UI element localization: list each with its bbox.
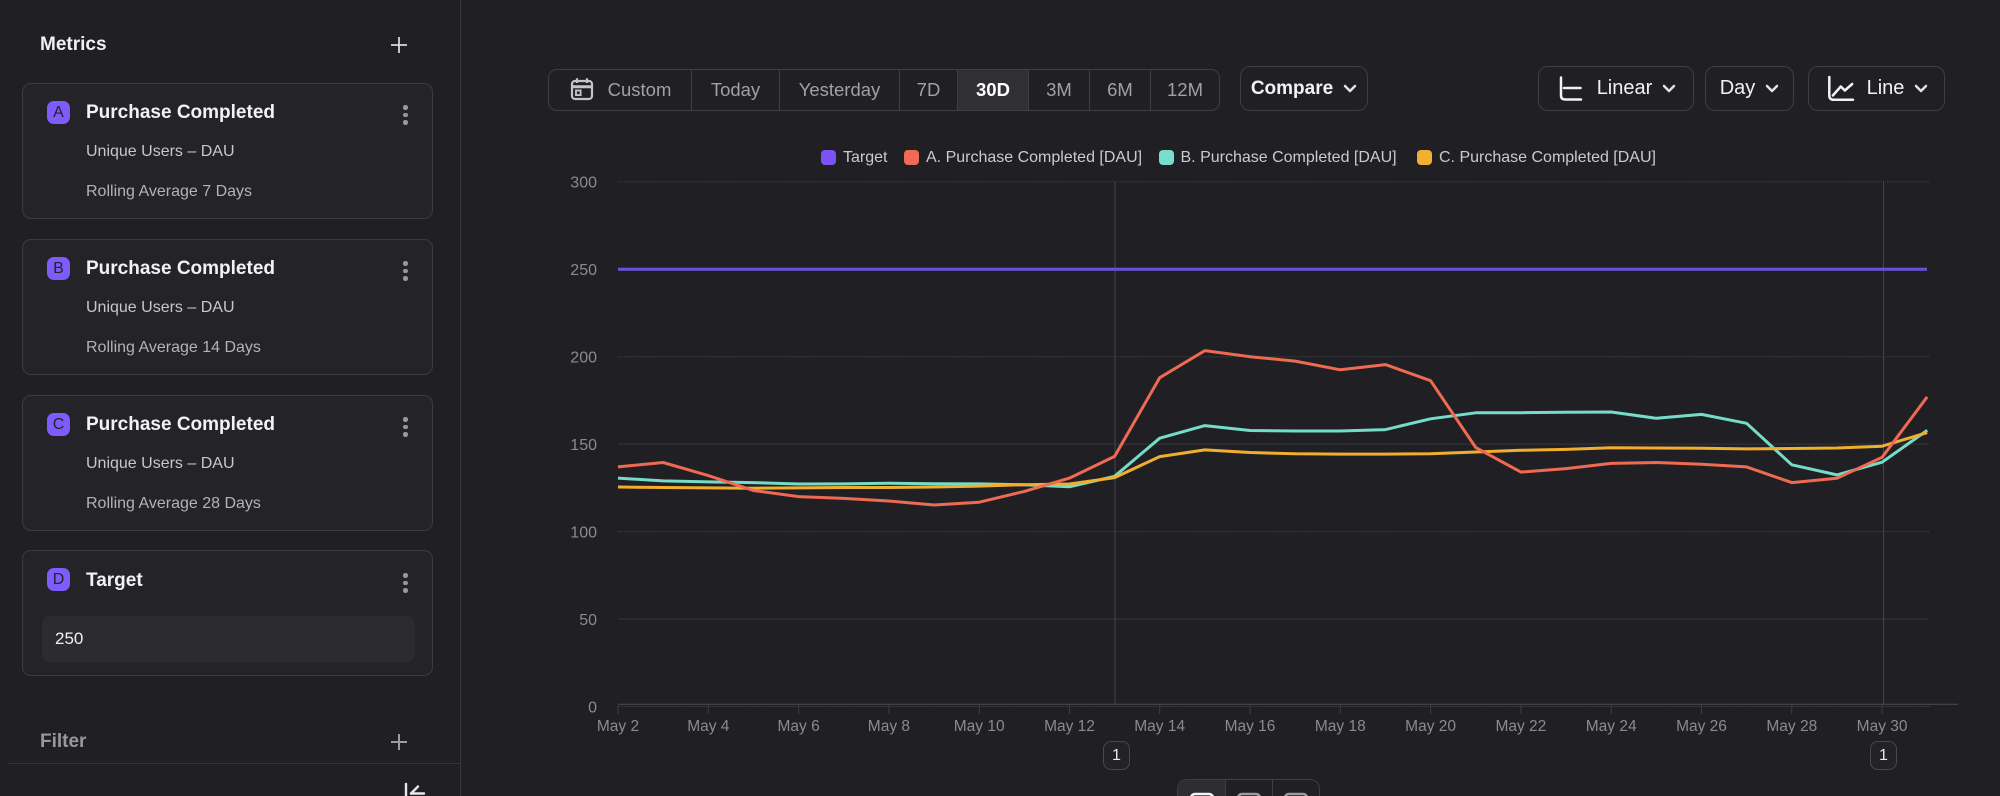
- svg-text:50: 50: [579, 612, 597, 629]
- svg-text:May 22: May 22: [1495, 718, 1546, 735]
- svg-text:May 4: May 4: [687, 718, 730, 735]
- svg-text:May 24: May 24: [1586, 718, 1637, 735]
- svg-text:0: 0: [588, 699, 597, 716]
- svg-text:May 16: May 16: [1225, 718, 1276, 735]
- svg-text:May 28: May 28: [1766, 718, 1817, 735]
- svg-text:May 6: May 6: [777, 718, 819, 735]
- svg-text:100: 100: [570, 524, 597, 541]
- svg-text:May 10: May 10: [954, 718, 1005, 735]
- svg-text:May 8: May 8: [868, 718, 910, 735]
- svg-text:May 14: May 14: [1134, 718, 1185, 735]
- svg-text:May 20: May 20: [1405, 718, 1456, 735]
- svg-text:May 30: May 30: [1857, 718, 1908, 735]
- svg-text:May 26: May 26: [1676, 718, 1727, 735]
- svg-text:250: 250: [570, 262, 597, 279]
- svg-text:May 18: May 18: [1315, 718, 1366, 735]
- svg-text:200: 200: [570, 350, 597, 367]
- svg-text:May 12: May 12: [1044, 718, 1095, 735]
- svg-text:May 2: May 2: [597, 718, 639, 735]
- svg-text:150: 150: [570, 437, 597, 454]
- svg-text:300: 300: [570, 175, 597, 192]
